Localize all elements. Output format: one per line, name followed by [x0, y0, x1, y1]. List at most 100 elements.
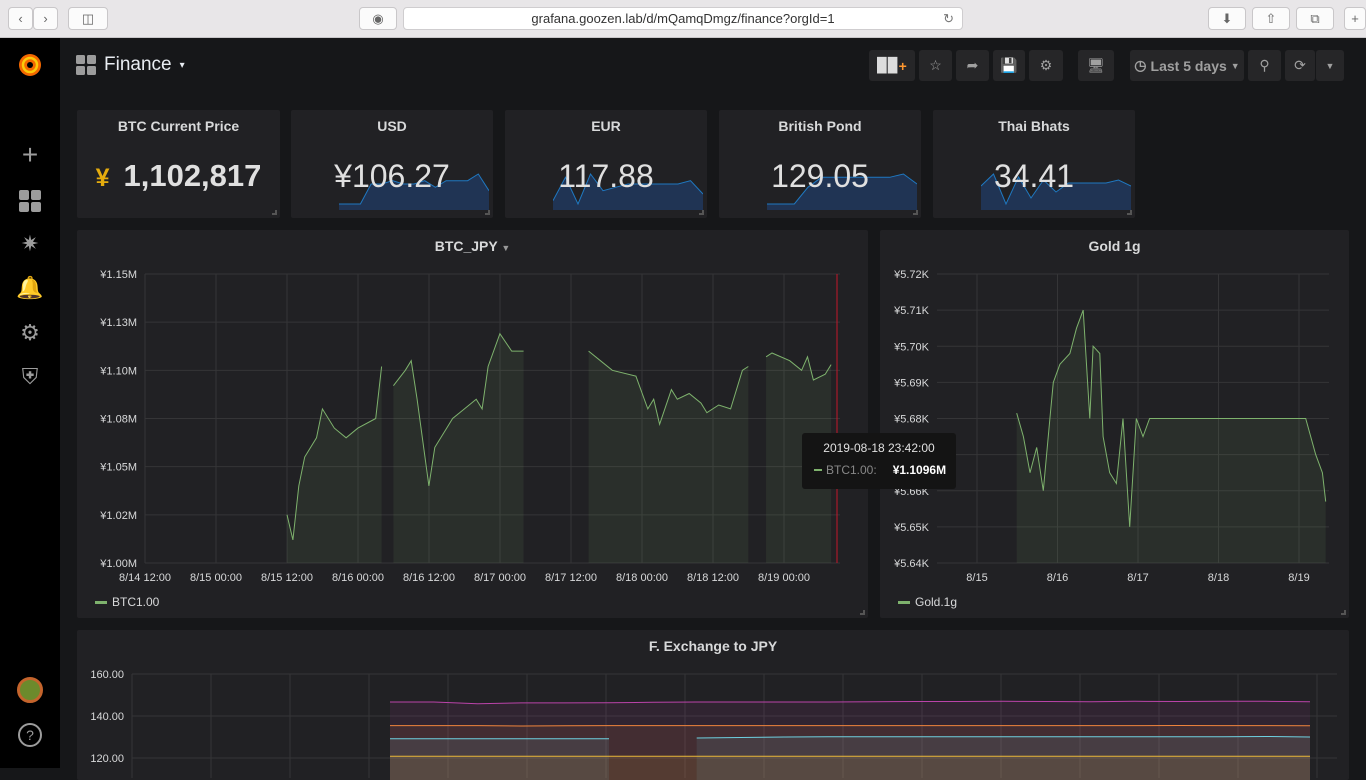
resize-handle[interactable] — [699, 210, 704, 215]
x-tick-label: 8/18 — [1208, 572, 1229, 584]
resize-handle[interactable] — [913, 210, 918, 215]
x-tick-label: 8/15 — [966, 572, 987, 584]
btc-jpy-panel: BTC_JPY ▼ ¥1.00M¥1.02M¥1.05M¥1.08M¥1.10M… — [77, 230, 868, 618]
y-tick-label: ¥1.08M — [99, 414, 137, 426]
panel-title: EUR — [505, 118, 707, 134]
panel-title: Thai Bhats — [933, 118, 1135, 134]
time-range-label: Last 5 days — [1151, 58, 1227, 74]
zoom-out-button[interactable]: ⚲ — [1248, 50, 1281, 81]
y-tick-label: 140.00 — [90, 711, 124, 723]
exchange-panel: F. Exchange to JPY 120.00140.00160.00 — [77, 630, 1349, 780]
caret-down-icon: ▾ — [180, 60, 185, 71]
gold-panel: Gold 1g ¥5.64K¥5.65K¥5.66K¥5.67K¥5.68K¥5… — [880, 230, 1349, 618]
legend-item[interactable]: BTC1.00 — [95, 595, 159, 609]
tabs-icon[interactable]: ⧉ — [1296, 7, 1334, 30]
site-icon[interactable]: ◉ — [359, 7, 397, 30]
y-tick-label: ¥5.69K — [893, 377, 930, 389]
y-tick-label: ¥5.70K — [893, 341, 930, 353]
address-bar[interactable]: grafana.goozen.lab/d/mQamqDmgz/finance?o… — [403, 7, 963, 30]
x-tick-label: 8/19 — [1288, 572, 1309, 584]
resize-handle[interactable] — [1127, 210, 1132, 215]
stat-panel-usd: USD ¥106.27 — [291, 110, 493, 218]
tooltip-series: BTC1.00: — [826, 463, 877, 477]
refresh-interval-dropdown[interactable]: ▼ — [1316, 50, 1344, 81]
stat-value: 34.41 — [933, 158, 1135, 195]
x-tick-label: 8/17 — [1127, 572, 1148, 584]
caret-down-icon: ▼ — [1231, 61, 1240, 71]
legend-item[interactable]: Gold.1g — [898, 595, 957, 609]
gold-graph[interactable]: ¥5.64K¥5.65K¥5.66K¥5.67K¥5.68K¥5.69K¥5.7… — [880, 230, 1349, 618]
x-tick-label: 8/19 00:00 — [758, 572, 810, 584]
panel-title: BTC Current Price — [77, 118, 280, 134]
tooltip-time: 2019-08-18 23:42:00 — [802, 441, 956, 455]
x-tick-label: 8/18 00:00 — [616, 572, 668, 584]
legend-swatch — [898, 601, 910, 604]
legend-swatch — [95, 601, 107, 604]
tooltip-swatch — [814, 469, 822, 471]
alerting-icon[interactable]: 🔔 — [15, 273, 45, 303]
panel-title: USD — [291, 118, 493, 134]
legend-label: BTC1.00 — [112, 595, 159, 609]
dashboards-icon[interactable] — [15, 186, 45, 216]
x-tick-label: 8/18 12:00 — [687, 572, 739, 584]
sidebar-toggle-icon[interactable]: ◫ — [68, 7, 108, 30]
grafana-logo-icon[interactable] — [15, 50, 45, 80]
sidebar: + ✷ 🔔 ⚙ ⛨ ? — [0, 38, 60, 768]
new-tab-icon[interactable]: + — [1344, 7, 1366, 30]
dashboard-picker[interactable]: Finance ▾ — [76, 54, 185, 76]
y-tick-label: ¥5.71K — [893, 305, 930, 317]
downloads-icon[interactable]: ⬇ — [1208, 7, 1246, 30]
x-tick-label: 8/16 12:00 — [403, 572, 455, 584]
back-button[interactable]: ‹ — [8, 7, 33, 30]
tv-mode-button[interactable]: 🖥 — [1078, 50, 1114, 81]
exchange-graph[interactable]: 120.00140.00160.00 — [77, 630, 1349, 780]
share-icon[interactable]: ⇧ — [1252, 7, 1290, 30]
series-area — [1017, 310, 1326, 563]
x-tick-label: 8/16 — [1047, 572, 1068, 584]
stat-panel-thb: Thai Bhats 34.41 — [933, 110, 1135, 218]
series-area — [589, 351, 749, 563]
y-tick-label: ¥1.00M — [99, 558, 137, 570]
server-admin-icon[interactable]: ⛨ — [15, 362, 45, 392]
plus-icon[interactable]: + — [15, 140, 45, 170]
time-picker[interactable]: ◷ Last 5 days ▼ — [1130, 50, 1244, 81]
x-tick-label: 8/17 12:00 — [545, 572, 597, 584]
y-tick-label: 160.00 — [90, 669, 124, 681]
stat-panel-eur: EUR 117.88 — [505, 110, 707, 218]
resize-handle[interactable] — [272, 210, 277, 215]
configuration-icon[interactable]: ⚙ — [15, 318, 45, 348]
y-tick-label: ¥1.10M — [99, 365, 137, 377]
x-tick-label: 8/15 00:00 — [190, 572, 242, 584]
tooltip-value: ¥1.1096M — [893, 463, 946, 477]
y-tick-label: ¥5.65K — [893, 522, 930, 534]
x-tick-label: 8/16 00:00 — [332, 572, 384, 584]
stat-value: ¥106.27 — [291, 158, 493, 195]
currency-prefix: ¥ — [96, 164, 110, 192]
explore-icon[interactable]: ✷ — [15, 229, 45, 259]
btc-graph[interactable]: ¥1.00M¥1.02M¥1.05M¥1.08M¥1.10M¥1.13M¥1.1… — [77, 230, 868, 618]
btc-price-value: 1,102,817 — [123, 158, 261, 193]
stat-value: 129.05 — [719, 158, 921, 195]
x-tick-label: 8/17 00:00 — [474, 572, 526, 584]
share-button[interactable]: ➦ — [956, 50, 989, 81]
save-button[interactable]: 💾 — [993, 50, 1025, 81]
resize-handle[interactable] — [1341, 610, 1346, 615]
forward-button[interactable]: › — [33, 7, 58, 30]
user-avatar[interactable] — [15, 675, 45, 705]
resize-handle[interactable] — [485, 210, 490, 215]
stat-value: 117.88 — [505, 158, 707, 195]
y-tick-label: ¥5.72K — [893, 269, 930, 281]
help-label: ? — [18, 723, 42, 747]
refresh-button[interactable]: ⟳ — [1285, 50, 1315, 81]
clock-icon: ◷ — [1134, 57, 1146, 74]
add-panel-button[interactable]: ▉▉+ — [869, 50, 915, 81]
reload-icon[interactable]: ↻ — [943, 11, 954, 27]
star-button[interactable]: ☆ — [919, 50, 952, 81]
series-area — [287, 367, 382, 564]
help-icon[interactable]: ? — [15, 720, 45, 750]
panel-title: British Pond — [719, 118, 921, 134]
settings-button[interactable]: ⚙ — [1029, 50, 1063, 81]
stat-value: ¥1,102,817 — [77, 158, 280, 194]
resize-handle[interactable] — [860, 610, 865, 615]
graph-tooltip: 2019-08-18 23:42:00 BTC1.00: ¥1.1096M — [802, 433, 956, 489]
